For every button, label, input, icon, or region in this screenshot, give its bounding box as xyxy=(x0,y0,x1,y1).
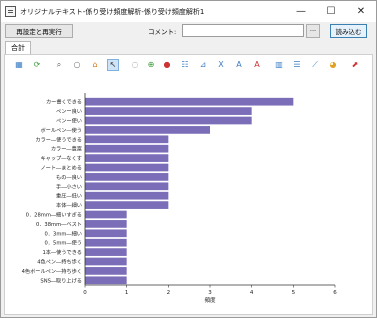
bar[interactable] xyxy=(85,154,169,162)
stop-icon[interactable]: ● xyxy=(161,59,173,71)
app-window: オリジナルテキスト-係り受け頻度解析-係り受け頻度解析1 — ☐ ✕ 再設定と再… xyxy=(0,0,377,318)
category-label: ノート―まとめる xyxy=(40,165,82,172)
axis-icon[interactable]: ⊿ xyxy=(197,59,209,71)
x-axis-label: 頻度 xyxy=(204,296,216,304)
bar[interactable] xyxy=(85,220,127,228)
grid-icon[interactable]: ▦ xyxy=(13,59,25,71)
line-chart-icon[interactable]: ⟋ xyxy=(309,59,321,71)
chart-area: カー書くできる ペンー良いペンー使い ボールペン―使う カラー―使うできるカラー―豊富… xyxy=(5,77,372,314)
reset-rerun-button[interactable]: 再設定と再実行 xyxy=(5,24,73,38)
bar[interactable] xyxy=(85,238,127,247)
refresh-icon[interactable]: ⟳ xyxy=(31,59,43,71)
bar[interactable] xyxy=(85,229,127,238)
minimize-button[interactable]: — xyxy=(286,1,316,22)
app-icon xyxy=(5,6,16,17)
bar[interactable] xyxy=(85,97,294,106)
category-label: 4色ボールペン―持ち歩く xyxy=(22,267,82,275)
lasso-icon[interactable]: ◌ xyxy=(129,59,141,71)
bar[interactable] xyxy=(85,107,252,115)
category-label: 4色ペン―持ち歩く xyxy=(37,258,82,266)
bar[interactable] xyxy=(85,248,127,256)
bar[interactable] xyxy=(85,191,169,200)
category-label: もの―良い xyxy=(56,173,82,181)
category-label: 0．28mm―細いすぎる xyxy=(26,211,82,219)
bar[interactable] xyxy=(85,276,127,285)
window-controls: — ☐ ✕ xyxy=(286,1,376,22)
close-button[interactable]: ✕ xyxy=(346,1,376,22)
hbar-chart-icon[interactable]: ☰ xyxy=(291,59,303,71)
category-label: カー書くできる xyxy=(46,98,82,106)
comment-input[interactable] xyxy=(182,24,304,37)
bar-chart-icon[interactable]: ▥ xyxy=(273,59,285,71)
category-label: SNS―取り上げる xyxy=(40,276,82,284)
chart-panel: ▦ ⟳ ⌕ ○ ⌂ ↖ ◌ ⊕ ● ☷ ⊿ X A A ▥ ☰ ⟋ ◕ ⬈ カー書くできる ペンー良い ペンー使い ボール… xyxy=(4,54,373,315)
category-label: ペンー使い xyxy=(56,117,82,125)
category-label: 本体―細い xyxy=(56,201,82,209)
add-icon[interactable]: ⊕ xyxy=(145,59,157,71)
top-toolbar: 再設定と再実行 コメント: ··· 読み込む xyxy=(1,22,376,41)
bar[interactable] xyxy=(85,267,127,275)
category-label: 0．3mm―細い xyxy=(45,229,82,237)
bar[interactable] xyxy=(85,116,252,125)
x-tick-label: 6 xyxy=(333,290,337,296)
yaxis-label-icon[interactable]: A xyxy=(233,59,245,71)
maximize-button[interactable]: ☐ xyxy=(316,1,346,22)
bar[interactable] xyxy=(85,144,169,153)
category-label: 0．38mm―ベスト xyxy=(36,221,82,228)
font-icon[interactable]: A xyxy=(251,59,263,71)
comment-label: コメント: xyxy=(148,28,177,36)
bar[interactable] xyxy=(85,173,169,181)
xaxis-label-icon[interactable]: X xyxy=(215,59,227,71)
x-tick-label: 0 xyxy=(83,290,87,296)
chart-toolbar: ▦ ⟳ ⌕ ○ ⌂ ↖ ◌ ⊕ ● ☷ ⊿ X A A ▥ ☰ ⟋ ◕ ⬈ xyxy=(5,55,372,75)
x-tick-label: 4 xyxy=(250,290,254,296)
bar[interactable] xyxy=(85,163,169,172)
bar[interactable] xyxy=(85,135,169,144)
legend-icon[interactable]: ☷ xyxy=(179,59,191,71)
bar[interactable] xyxy=(85,126,210,134)
ellipsis-button[interactable]: ··· xyxy=(306,24,320,38)
bar[interactable] xyxy=(85,210,127,219)
bar[interactable] xyxy=(85,182,169,191)
tab-total[interactable]: 合計 xyxy=(5,41,31,54)
bar[interactable] xyxy=(85,201,169,209)
bar[interactable] xyxy=(85,257,127,266)
frequency-bar-chart: カー書くできるペンー良いペンー使いボールペン―使うカラー―使うできるカラー―豊富… xyxy=(22,93,337,304)
category-label: キャップ―なくす xyxy=(40,155,82,162)
x-tick-label: 1 xyxy=(125,290,128,296)
category-label: カラー―豊富 xyxy=(51,145,82,153)
zoom-icon[interactable]: ○ xyxy=(71,59,83,71)
category-label: カラー―使うできる xyxy=(35,135,82,143)
category-label: ペンー良い xyxy=(56,107,82,115)
category-label: 1本―使うできる xyxy=(42,248,82,256)
title-bar: オリジナルテキスト-係り受け頻度解析-係り受け頻度解析1 — ☐ ✕ xyxy=(1,1,376,22)
pointer-icon[interactable]: ↖ xyxy=(107,59,119,71)
home-icon[interactable]: ⌂ xyxy=(89,59,101,71)
category-label: ボールペン―使う xyxy=(40,126,82,134)
pie-chart-icon[interactable]: ◕ xyxy=(327,59,339,71)
export-icon[interactable]: ⬈ xyxy=(349,59,361,71)
window-title: オリジナルテキスト-係り受け頻度解析-係り受け頻度解析1 xyxy=(20,7,205,16)
category-label: 重圧―低い xyxy=(56,192,82,200)
x-tick-label: 5 xyxy=(292,290,296,296)
x-tick-label: 3 xyxy=(208,290,212,296)
x-tick-label: 2 xyxy=(167,290,171,296)
category-label: 0．5mm―使う xyxy=(45,239,82,247)
load-button[interactable]: 読み込む xyxy=(330,24,367,38)
search-doc-icon[interactable]: ⌕ xyxy=(53,59,65,71)
category-label: 手―小さい xyxy=(56,182,82,190)
